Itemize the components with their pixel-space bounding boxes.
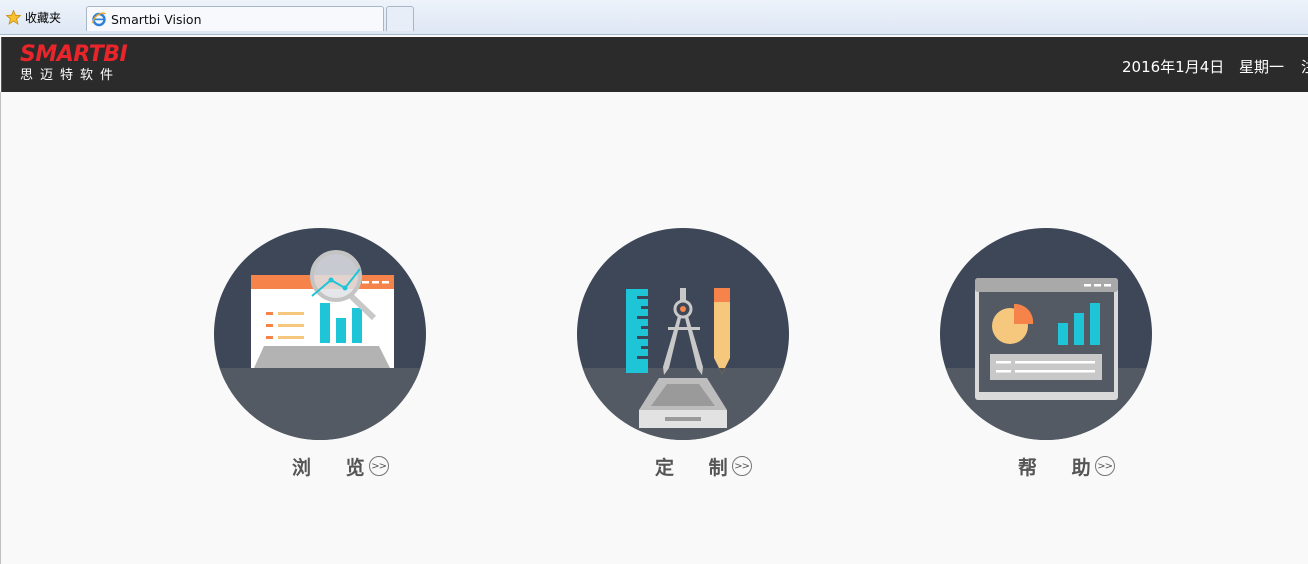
star-icon	[6, 9, 21, 25]
new-tab-button[interactable]	[386, 6, 414, 31]
customize-label-text: 定 制	[655, 456, 742, 479]
favorites-button[interactable]: 收藏夹	[6, 8, 61, 26]
browse-label[interactable]: 浏 览 >>	[292, 455, 389, 479]
browser-tab[interactable]: Smartbi Vision	[86, 6, 384, 31]
current-weekday: 星期一	[1239, 58, 1285, 76]
help-label[interactable]: 帮 助 >>	[1018, 455, 1115, 479]
favorites-label: 收藏夹	[25, 10, 62, 25]
window-border	[0, 92, 1, 564]
brand-subtitle: 思迈特软件	[20, 68, 121, 83]
browse-arrow-icon[interactable]: >>	[368, 456, 389, 476]
customize-arrow-icon[interactable]: >>	[731, 456, 752, 476]
brand-name: SMARTBI	[20, 42, 128, 67]
customize-icon[interactable]	[577, 228, 789, 440]
header-link-truncated[interactable]: 注	[1301, 56, 1308, 77]
help-icon[interactable]	[940, 228, 1152, 440]
app-header: SMARTBI 思迈特软件 2016年1月4日 星期一 注	[1, 37, 1308, 92]
browse-label-text: 浏 览	[292, 456, 379, 479]
browse-card[interactable]: 浏 览 >>	[214, 228, 426, 479]
current-date: 2016年1月4日	[1122, 58, 1225, 76]
ie-icon	[91, 12, 107, 27]
brand-logo[interactable]: SMARTBI 思迈特软件	[20, 42, 128, 85]
browse-icon[interactable]	[214, 228, 426, 440]
help-label-text: 帮 助	[1018, 456, 1105, 479]
help-card[interactable]: 帮 助 >>	[940, 228, 1152, 479]
browser-toolbar: 收藏夹 Smartbi Vision	[0, 0, 1308, 35]
help-arrow-icon[interactable]: >>	[1094, 456, 1115, 476]
customize-card[interactable]: 定 制 >>	[577, 228, 789, 479]
customize-label[interactable]: 定 制 >>	[655, 455, 752, 479]
tab-title: Smartbi Vision	[111, 11, 202, 27]
